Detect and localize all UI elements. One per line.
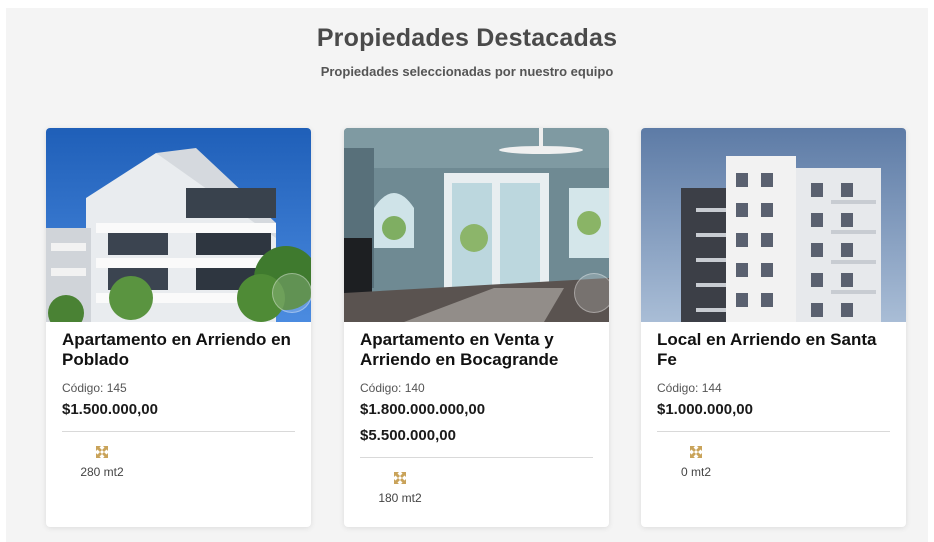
property-card-145[interactable]: Apartamento en Arriendo en Poblado Códig… (46, 128, 311, 527)
property-card-140[interactable]: Apartamento en Venta y Arriendo en Bocag… (344, 128, 609, 527)
property-photo[interactable] (641, 128, 906, 322)
property-photo[interactable] (46, 128, 311, 322)
section-subtitle: Propiedades seleccionadas por nuestro eq… (320, 64, 614, 79)
property-area: 0 mt2 (680, 465, 711, 479)
expand-arrows-icon (96, 446, 108, 458)
property-area: 180 mt2 (378, 491, 422, 505)
property-price: $1.800.000.000,00 (360, 401, 486, 418)
property-price-secondary: $5.500.000,00 (360, 427, 456, 444)
featured-properties-section: Propiedades Destacadas Propiedades selec… (6, 8, 928, 542)
property-area: 280 mt2 (80, 465, 124, 479)
logo-watermark-icon (272, 273, 311, 313)
property-card-144[interactable]: Local en Arriendo en Santa Fe Código: 14… (641, 128, 906, 527)
property-code: Código: 140 (360, 381, 425, 395)
property-title[interactable]: Local en Arriendo en Santa Fe (657, 330, 893, 370)
property-price: $1.500.000,00 (62, 401, 158, 418)
card-divider (360, 457, 593, 458)
card-divider (657, 431, 890, 432)
expand-arrows-icon (394, 472, 406, 484)
expand-arrows-icon (690, 446, 702, 458)
card-divider (62, 431, 295, 432)
property-price: $1.000.000,00 (657, 401, 753, 418)
section-title: Propiedades Destacadas (316, 24, 618, 52)
property-title[interactable]: Apartamento en Venta y Arriendo en Bocag… (360, 330, 596, 370)
logo-watermark-icon (574, 273, 609, 313)
property-title[interactable]: Apartamento en Arriendo en Poblado (62, 330, 298, 370)
property-code: Código: 144 (657, 381, 722, 395)
property-code: Código: 145 (62, 381, 127, 395)
property-photo[interactable] (344, 128, 609, 322)
